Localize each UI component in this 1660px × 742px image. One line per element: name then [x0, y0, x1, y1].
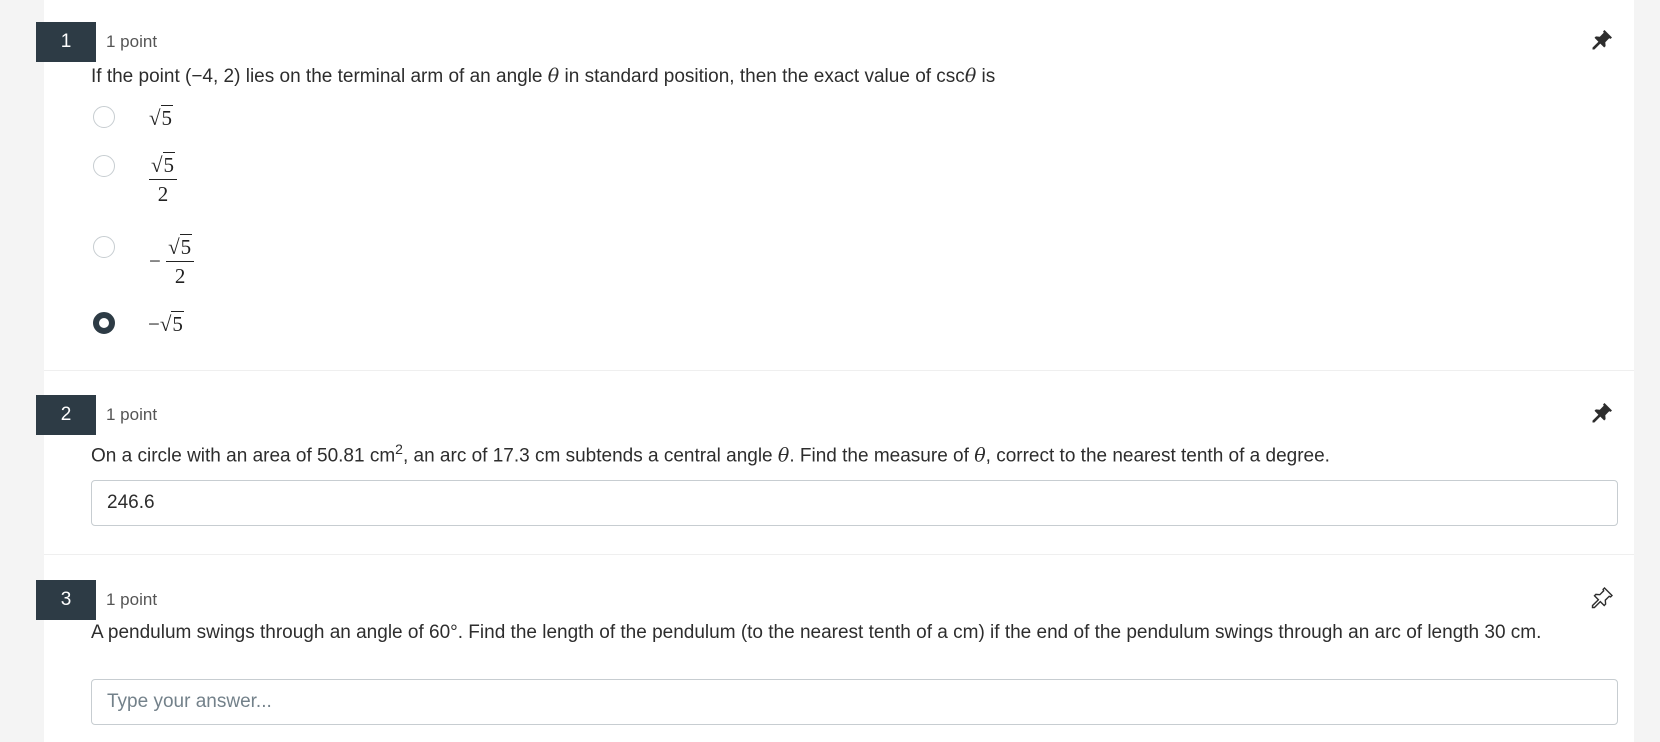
- pin-filled-icon[interactable]: [1590, 28, 1614, 52]
- pin-outline-icon[interactable]: [1590, 586, 1614, 610]
- question-divider: [44, 554, 1634, 555]
- option-2-radio[interactable]: [93, 155, 115, 177]
- option-1-radio[interactable]: [93, 106, 115, 128]
- option-4-radio[interactable]: [93, 312, 115, 334]
- question-3-number-badge: 3: [36, 580, 96, 620]
- question-2-number-badge: 2: [36, 395, 96, 435]
- question-1-text: If the point (−4, 2) lies on the termina…: [91, 65, 996, 87]
- option-2-math: √5 2: [149, 152, 178, 205]
- question-1-points: 1 point: [106, 32, 158, 51]
- sqrt-5: √5: [159, 311, 184, 336]
- sqrt-5: √5: [149, 105, 174, 130]
- question-3-points: 1 point: [106, 590, 158, 609]
- question-2-answer-input[interactable]: [91, 480, 1618, 526]
- question-2-points: 1 point: [106, 405, 158, 424]
- option-4-math: −√5: [148, 311, 184, 336]
- question-1-number-badge: 1: [36, 22, 96, 62]
- question-2-text: On a circle with an area of 50.81 cm2, a…: [91, 441, 1330, 467]
- option-3-radio[interactable]: [93, 236, 115, 258]
- option-1-math: √5: [149, 105, 174, 131]
- question-3-answer-input[interactable]: [91, 679, 1618, 725]
- fraction: √5 2: [149, 152, 178, 205]
- pin-filled-icon[interactable]: [1590, 401, 1614, 425]
- question-divider: [44, 370, 1634, 371]
- question-3-text: A pendulum swings through an angle of 60…: [91, 622, 1542, 643]
- fraction: √5 2: [166, 234, 195, 287]
- option-3-math: − √5 2: [149, 234, 195, 287]
